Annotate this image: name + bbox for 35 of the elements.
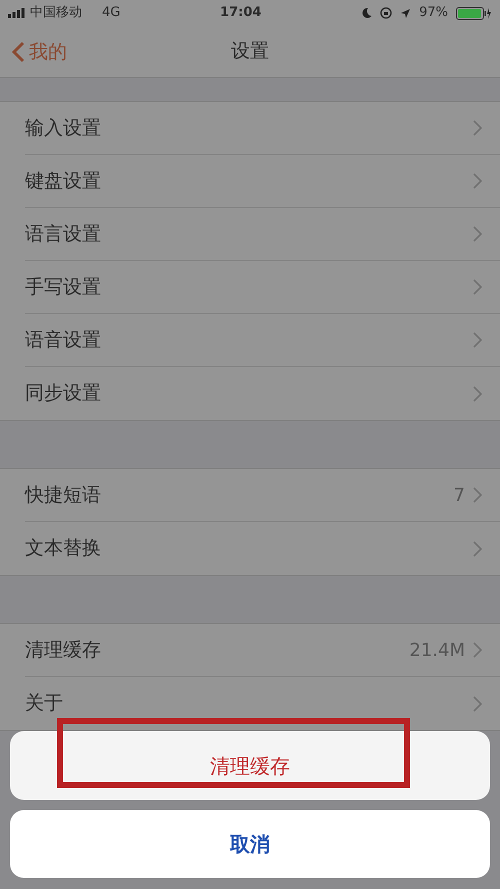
clock-time: 17:04 bbox=[220, 4, 262, 22]
chevron-icon bbox=[473, 540, 482, 556]
network-type: 4G bbox=[102, 4, 120, 22]
cancel-button[interactable]: 取消 bbox=[10, 810, 490, 878]
chevron-icon bbox=[473, 226, 482, 242]
carrier-name: 中国移动 bbox=[30, 4, 82, 22]
chevron-icon bbox=[473, 487, 482, 503]
settings-row[interactable]: 语言设置 bbox=[25, 208, 500, 261]
row-value: 21.4M bbox=[409, 638, 465, 662]
signal-icon bbox=[8, 8, 26, 18]
chevron-icon bbox=[473, 642, 482, 658]
location-icon bbox=[400, 8, 412, 18]
chevron-icon bbox=[473, 386, 482, 402]
settings-row[interactable]: 输入设置 bbox=[25, 102, 500, 155]
row-value: 7 bbox=[454, 484, 465, 508]
settings-row[interactable]: 语音设置 bbox=[25, 314, 500, 367]
back-chevron-icon bbox=[12, 41, 25, 64]
chevron-icon bbox=[473, 120, 482, 136]
chevron-icon bbox=[473, 696, 482, 712]
settings-row[interactable]: 快捷短语 7 bbox=[25, 469, 500, 522]
settings-row[interactable]: 同步设置 bbox=[25, 367, 500, 420]
moon-icon bbox=[361, 7, 372, 19]
chevron-icon bbox=[473, 332, 482, 348]
settings-row[interactable]: 手写设置 bbox=[25, 261, 500, 314]
rotation-lock-icon bbox=[380, 7, 392, 19]
settings-row[interactable]: 键盘设置 bbox=[25, 155, 500, 208]
battery-icon bbox=[456, 6, 492, 20]
page-title: 设置 bbox=[231, 39, 269, 64]
chevron-icon bbox=[473, 173, 482, 189]
settings-row[interactable]: 文本替换 bbox=[25, 522, 500, 575]
action-button[interactable]: 清理缓存 bbox=[10, 731, 490, 800]
settings-row[interactable]: 清理缓存 21.4M bbox=[25, 624, 500, 677]
chevron-icon bbox=[473, 279, 482, 295]
settings-row[interactable]: 关于 bbox=[25, 677, 500, 730]
battery-percent: 97% bbox=[419, 4, 448, 22]
